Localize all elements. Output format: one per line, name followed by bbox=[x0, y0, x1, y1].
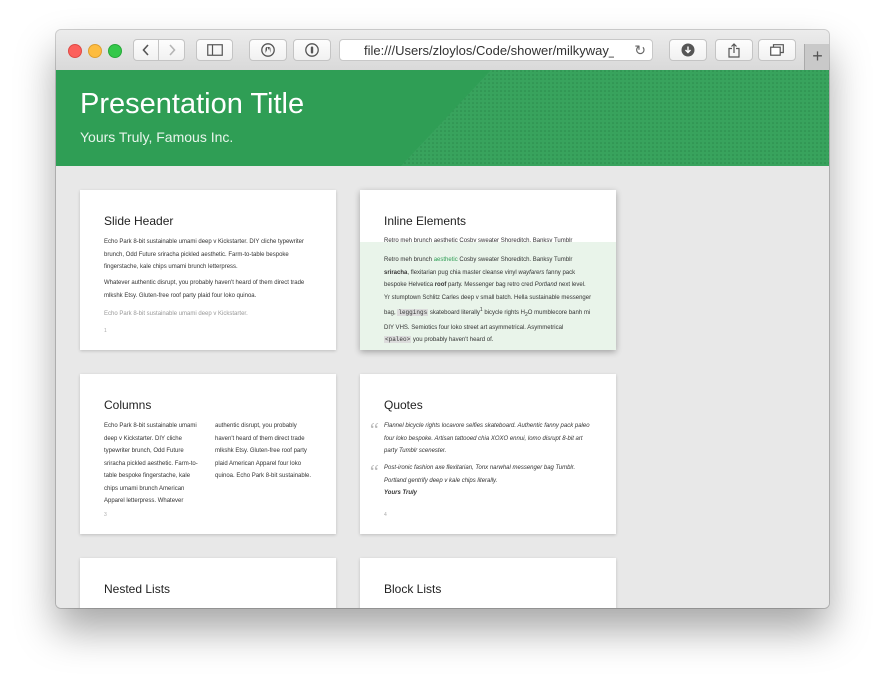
forward-button[interactable] bbox=[159, 39, 185, 61]
close-window-button[interactable] bbox=[68, 44, 82, 58]
slide-peek-line: Retro meh brunch aesthetic Cosby sweater… bbox=[384, 238, 573, 242]
slide-thumbnail-5[interactable]: Nested Lists bbox=[80, 558, 336, 608]
slide-title: Nested Lists bbox=[104, 582, 171, 596]
zoom-window-button[interactable] bbox=[108, 44, 122, 58]
slide-title: Inline Elements bbox=[384, 214, 467, 228]
slide-title: Columns bbox=[104, 398, 152, 412]
quote-author: Yours Truly bbox=[384, 490, 418, 496]
slide-thumbnail-1[interactable]: Slide Header Echo Park 8-bit sustainable… bbox=[80, 190, 336, 350]
navigation-buttons bbox=[133, 39, 185, 61]
slide-note: Echo Park 8-bit sustainable umami deep v… bbox=[104, 311, 248, 317]
share-icon bbox=[728, 42, 740, 58]
slide-quote: Flannel bicycle rights locavore selfies … bbox=[384, 423, 590, 454]
sidebar-icon bbox=[206, 44, 223, 56]
slide-number: 4 bbox=[384, 512, 387, 518]
privacy-icon bbox=[261, 43, 275, 57]
new-tab-button[interactable]: + bbox=[804, 44, 829, 70]
share-button[interactable] bbox=[715, 39, 753, 61]
slide-paragraph: Whatever authentic disrupt, you probably… bbox=[104, 280, 305, 299]
slide-title: Quotes bbox=[384, 398, 423, 412]
slide-number: 1 bbox=[104, 328, 107, 334]
privacy-button[interactable] bbox=[249, 39, 287, 61]
password-button[interactable] bbox=[293, 39, 331, 61]
minimize-window-button[interactable] bbox=[88, 44, 102, 58]
download-icon bbox=[681, 43, 695, 57]
address-bar[interactable]: file:///Users/zloylos/Code/shower/milkyw… bbox=[339, 39, 653, 61]
slide-thumbnail-6[interactable]: Block Lists bbox=[360, 558, 616, 608]
quote-mark-icon: “ bbox=[368, 461, 380, 483]
slide-inline-paragraph: Retro meh brunch aesthetic Cosby sweater… bbox=[384, 257, 592, 344]
browser-window: file:///Users/zloylos/Code/shower/milkyw… bbox=[56, 30, 829, 608]
presentation-header: Presentation Title Yours Truly, Famous I… bbox=[56, 70, 829, 166]
show-tabs-button[interactable] bbox=[758, 39, 796, 61]
slide-thumbnail-2[interactable]: Inline Elements Retro meh brunch aesthet… bbox=[360, 190, 616, 350]
url-text: file:///Users/zloylos/Code/shower/milkyw… bbox=[364, 43, 614, 58]
slide-title: Block Lists bbox=[384, 582, 442, 596]
chevron-right-icon bbox=[168, 44, 176, 56]
slide-paragraph: Echo Park 8-bit sustainable umami deep v… bbox=[104, 239, 304, 270]
slide-column-left: Echo Park 8-bit sustainable umami deep v… bbox=[104, 423, 198, 504]
slide-thumbnail-4[interactable]: Quotes “ Flannel bicycle rights locavore… bbox=[360, 374, 616, 534]
back-button[interactable] bbox=[133, 39, 159, 61]
page-content: Presentation Title Yours Truly, Famous I… bbox=[56, 70, 829, 608]
tabs-icon bbox=[770, 44, 784, 56]
password-icon bbox=[305, 43, 319, 57]
slide-thumbnail-3[interactable]: Columns Echo Park 8-bit sustainable umam… bbox=[80, 374, 336, 534]
presentation-subtitle: Yours Truly, Famous Inc. bbox=[80, 129, 234, 145]
downloads-button[interactable] bbox=[669, 39, 707, 61]
reload-icon[interactable]: ↻ bbox=[634, 42, 646, 59]
quote-mark-icon: “ bbox=[368, 419, 380, 441]
chevron-left-icon bbox=[142, 44, 149, 56]
slide-column-right: authentic disrupt, you probably haven't … bbox=[215, 423, 312, 479]
slide-title: Slide Header bbox=[104, 214, 174, 228]
presentation-title: Presentation Title bbox=[80, 88, 305, 120]
slide-number: 3 bbox=[104, 512, 107, 518]
sidebar-button[interactable] bbox=[196, 39, 233, 61]
browser-toolbar: file:///Users/zloylos/Code/shower/milkyw… bbox=[56, 30, 829, 71]
slide-quote: Post-ironic fashion axe flexitarian, Ton… bbox=[384, 465, 576, 484]
highlighted-block: Retro meh brunch aesthetic Cosby sweater… bbox=[360, 242, 616, 350]
